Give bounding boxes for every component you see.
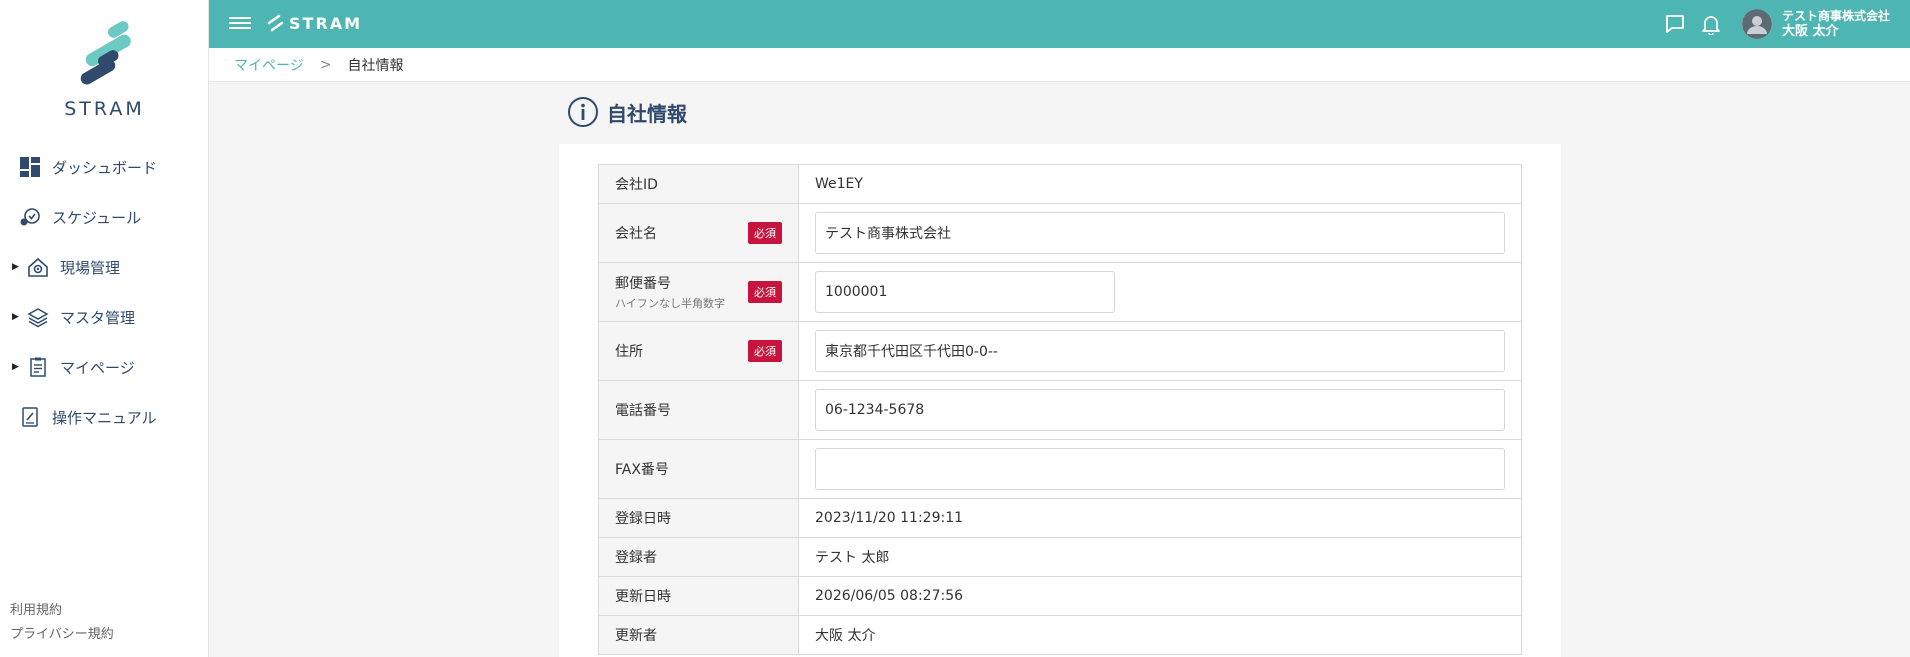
layers-icon <box>26 305 50 329</box>
required-badge: 必須 <box>748 281 782 303</box>
user-info[interactable]: テスト商事株式会社 大阪 太介 <box>1782 9 1890 39</box>
updated-by-label: 更新者 <box>598 615 799 655</box>
schedule-icon <box>18 205 42 229</box>
fax-input[interactable] <box>815 448 1505 490</box>
updated-by-value: 大阪 太介 <box>798 615 1522 655</box>
table-row: FAX番号 <box>598 439 1522 499</box>
brand-logo-icon <box>267 14 284 32</box>
page-title: 自社情報 <box>567 96 687 128</box>
postal-code-hint: ハイフンなし半角数字 <box>615 297 725 310</box>
table-row: 会社名 必須 テスト商事株式会社 <box>598 203 1522 263</box>
dashboard-icon <box>18 155 42 179</box>
sidebar-item-schedule[interactable]: スケジュール <box>0 192 209 242</box>
required-badge: 必須 <box>748 340 782 362</box>
sidebar-item-label: マイページ <box>60 358 135 377</box>
table-row: 登録者 テスト 太郎 <box>598 537 1522 577</box>
sidebar-footer: 利用規約 プライバシー規約 <box>10 599 114 647</box>
top-bar: STRAM テスト商事株式会社 大阪 太介 <box>209 0 1910 48</box>
document-icon <box>26 355 50 379</box>
caret-right-icon: ▶ <box>12 362 19 372</box>
privacy-link[interactable]: プライバシー規約 <box>10 623 114 647</box>
brand-text: STRAM <box>289 13 363 33</box>
required-badge: 必須 <box>748 222 782 244</box>
table-row: 郵便番号 ハイフンなし半角数字 必須 1000001 <box>598 262 1522 322</box>
avatar[interactable] <box>1741 9 1772 39</box>
registered-by-value: テスト 太郎 <box>798 537 1522 577</box>
sidebar-item-label: 操作マニュアル <box>52 408 157 427</box>
phone-label: 電話番号 <box>598 380 799 440</box>
company-id-label: 会社ID <box>598 164 799 204</box>
sidebar-nav: ダッシュボード スケジュール ▶ 現場管理 ▶ マスタ管理 ▶ マイページ 操作… <box>0 142 209 442</box>
registered-at-label: 登録日時 <box>598 498 799 538</box>
logo-text: STRAM <box>64 98 145 120</box>
site-management-icon <box>26 255 50 279</box>
table-row: 住所 必須 東京都千代田区千代田0-0-- <box>598 321 1522 381</box>
table-row: 更新者 大阪 太介 <box>598 615 1522 655</box>
menu-icon[interactable] <box>229 14 251 34</box>
company-name-input[interactable]: テスト商事株式会社 <box>815 212 1505 254</box>
breadcrumb-mypage-link[interactable]: マイページ <box>234 55 304 75</box>
sidebar-item-label: マスタ管理 <box>60 308 136 327</box>
caret-right-icon: ▶ <box>12 312 19 322</box>
company-info-card: 会社ID We1EY 会社名 必須 テスト商事株式会社 郵便番号 ハイフンなし半… <box>559 144 1561 657</box>
updated-at-label: 更新日時 <box>598 576 799 616</box>
company-info-table: 会社ID We1EY 会社名 必須 テスト商事株式会社 郵便番号 ハイフンなし半… <box>598 164 1522 655</box>
terms-link[interactable]: 利用規約 <box>10 599 114 623</box>
stram-logo[interactable]: STRAM <box>0 18 209 120</box>
breadcrumb: マイページ > 自社情報 <box>209 48 1910 82</box>
table-row: 更新日時 2026/06/05 08:27:56 <box>598 576 1522 616</box>
bell-icon[interactable] <box>1698 11 1724 37</box>
brand[interactable]: STRAM <box>267 13 362 33</box>
sidebar-item-master-management[interactable]: ▶ マスタ管理 <box>0 292 209 342</box>
address-label: 住所 <box>615 344 643 360</box>
page-title-text: 自社情報 <box>607 101 687 126</box>
user-company: テスト商事株式会社 <box>1781 9 1890 23</box>
user-avatar-icon <box>1741 9 1772 39</box>
table-row: 会社ID We1EY <box>598 164 1522 204</box>
stram-logo-icon <box>80 21 131 85</box>
table-row: 登録日時 2023/11/20 11:29:11 <box>598 498 1522 538</box>
info-icon <box>568 97 598 127</box>
postal-code-input[interactable]: 1000001 <box>815 271 1115 313</box>
sidebar-item-label: スケジュール <box>52 208 141 227</box>
sidebar-item-manual[interactable]: 操作マニュアル <box>0 392 209 442</box>
table-row: 電話番号 06-1234-5678 <box>598 380 1522 440</box>
company-id-value: We1EY <box>798 164 1522 204</box>
sidebar-item-mypage[interactable]: ▶ マイページ <box>0 342 209 392</box>
breadcrumb-separator: > <box>319 56 332 73</box>
fax-label: FAX番号 <box>598 439 799 499</box>
breadcrumb-current: 自社情報 <box>347 57 404 74</box>
sidebar: STRAM ダッシュボード スケジュール ▶ 現場管理 ▶ マスタ管理 ▶ マイ… <box>0 0 209 657</box>
sidebar-item-label: ダッシュボード <box>52 158 158 177</box>
address-input[interactable]: 東京都千代田区千代田0-0-- <box>815 330 1505 372</box>
updated-at-value: 2026/06/05 08:27:56 <box>798 576 1522 616</box>
postal-code-label: 郵便番号 <box>615 276 671 292</box>
company-name-label: 会社名 <box>615 226 657 242</box>
registered-at-value: 2023/11/20 11:29:11 <box>798 498 1522 538</box>
sidebar-item-dashboard[interactable]: ダッシュボード <box>0 142 209 192</box>
phone-input[interactable]: 06-1234-5678 <box>815 389 1505 431</box>
sidebar-item-label: 現場管理 <box>60 258 121 277</box>
caret-right-icon: ▶ <box>12 262 19 272</box>
chat-icon[interactable] <box>1662 11 1688 37</box>
registered-by-label: 登録者 <box>598 537 799 577</box>
user-name: 大阪 太介 <box>1781 24 1839 39</box>
top-right-controls: テスト商事株式会社 大阪 太介 <box>1652 0 1890 48</box>
sidebar-item-site-management[interactable]: ▶ 現場管理 <box>0 242 209 292</box>
manual-icon <box>18 405 42 429</box>
